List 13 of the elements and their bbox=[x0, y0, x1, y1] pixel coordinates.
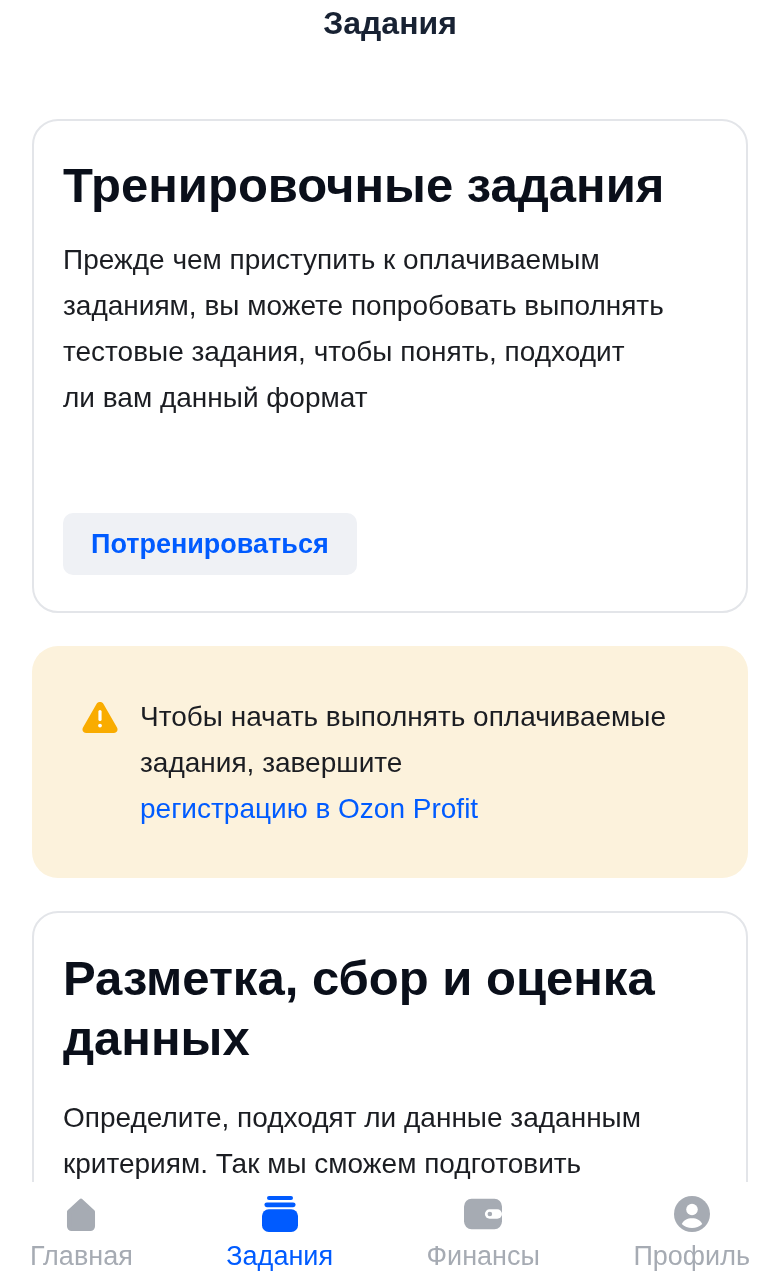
card-title: Тренировочные задания bbox=[63, 157, 665, 213]
tab-item[interactable]: Задания bbox=[226, 1194, 333, 1280]
card-description: Прежде чем приступить к оплачиваемым заданиям, вы можете попробовать выполнять тестовые задания, чтобы понять, подходит ли вам данный формат bbox=[63, 243, 665, 415]
warning-icon bbox=[82, 701, 118, 733]
layers-icon bbox=[261, 1196, 298, 1232]
registration-link[interactable]: регистрацию в Ozon Profit bbox=[140, 793, 479, 824]
notice-text: Чтобы начать выполнять оплачиваемые задания, завершите регистрацию в Ozon Profit bbox=[140, 700, 668, 826]
profile-icon bbox=[673, 1196, 710, 1232]
wallet-icon bbox=[464, 1198, 503, 1230]
card-title: Разметка, сбор и оценка данных bbox=[63, 950, 656, 1067]
card-description: Определите, подходят ли данные заданным критериям. Так мы сможем подготовить bbox=[63, 1101, 642, 1181]
page-title: Задания bbox=[323, 4, 457, 43]
train-button[interactable]: Потренироваться bbox=[63, 513, 357, 575]
